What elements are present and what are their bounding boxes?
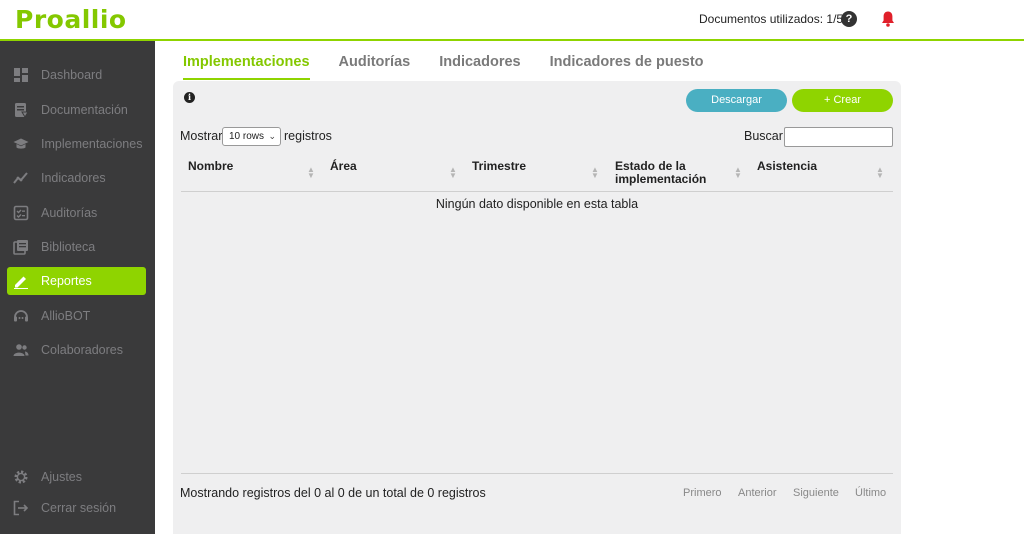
sort-icon[interactable]: ▲ ▼ bbox=[449, 166, 457, 180]
sidebar-item-ajustes[interactable]: Ajustes bbox=[7, 463, 146, 491]
trend-line-icon bbox=[13, 170, 29, 186]
column-header-area[interactable]: Área bbox=[330, 160, 357, 173]
column-header-estado-line: implementación bbox=[615, 171, 707, 186]
documents-used-counter: Documentos utilizados: 1/50 bbox=[699, 12, 850, 26]
sidebar: Dashboard Documentación Implementaciones… bbox=[0, 41, 155, 534]
sidebar-item-cerrar-sesion[interactable]: Cerrar sesión bbox=[7, 494, 146, 522]
top-bar: Proallio Documentos utilizados: 1/50 ? bbox=[0, 0, 1024, 41]
table-header-divider bbox=[181, 191, 893, 192]
sidebar-item-indicadores[interactable]: Indicadores bbox=[7, 164, 146, 192]
sort-icon[interactable]: ▲ ▼ bbox=[591, 166, 599, 180]
tab-indicadores-de-puesto[interactable]: Indicadores de puesto bbox=[550, 54, 704, 76]
sidebar-item-label: Implementaciones bbox=[41, 137, 143, 151]
rows-per-page-value: 10 rows bbox=[229, 131, 265, 142]
chevron-down-icon: ⌄ bbox=[268, 131, 276, 141]
rows-per-page-select[interactable]: 10 rows ⌄ bbox=[222, 127, 281, 146]
sidebar-item-label: Biblioteca bbox=[41, 240, 96, 254]
sidebar-item-alliobot[interactable]: AllioBOT bbox=[7, 302, 146, 330]
sidebar-item-reportes[interactable]: Reportes bbox=[7, 267, 146, 295]
column-header-trimestre[interactable]: Trimestre bbox=[472, 160, 526, 173]
search-label: Buscar: bbox=[744, 129, 787, 143]
tab-indicadores[interactable]: Indicadores bbox=[439, 54, 520, 76]
sidebar-item-label: Ajustes bbox=[41, 470, 82, 484]
sidebar-item-colaboradores[interactable]: Colaboradores bbox=[7, 336, 146, 364]
sidebar-item-auditorias[interactable]: Auditorías bbox=[7, 199, 146, 227]
pager-previous-button[interactable]: Anterior bbox=[738, 487, 777, 499]
sidebar-item-label: Cerrar sesión bbox=[41, 501, 117, 515]
empty-table-message: Ningún dato disponible en esta tabla bbox=[435, 197, 639, 211]
bot-icon bbox=[13, 308, 29, 324]
pager-next-button[interactable]: Siguiente bbox=[793, 487, 839, 499]
sidebar-item-label: Indicadores bbox=[41, 171, 106, 185]
column-header-estado[interactable]: Estado de la implementación bbox=[615, 160, 706, 185]
sort-icon[interactable]: ▲ ▼ bbox=[734, 166, 742, 180]
table-footer-divider bbox=[181, 473, 893, 474]
content-panel: i Descargar + Crear Mostrar 10 rows ⌄ re… bbox=[173, 81, 901, 534]
tab-bar: Implementaciones Auditorías Indicadores … bbox=[183, 54, 733, 80]
search-input[interactable] bbox=[784, 127, 893, 147]
logout-icon bbox=[13, 500, 29, 516]
checklist-icon bbox=[13, 205, 29, 221]
sidebar-item-label: AllioBOT bbox=[41, 309, 91, 323]
sidebar-item-label: Colaboradores bbox=[41, 343, 123, 357]
sidebar-item-documentacion[interactable]: Documentación bbox=[7, 96, 146, 124]
bell-icon[interactable] bbox=[880, 10, 896, 28]
sidebar-item-label: Auditorías bbox=[41, 206, 98, 220]
sidebar-item-implementaciones[interactable]: Implementaciones bbox=[7, 130, 146, 158]
sort-icon[interactable]: ▲ ▼ bbox=[876, 166, 884, 180]
tab-auditorias[interactable]: Auditorías bbox=[339, 54, 411, 76]
pencil-icon bbox=[13, 273, 29, 289]
create-button[interactable]: + Crear bbox=[792, 89, 893, 112]
info-icon[interactable]: i bbox=[184, 92, 195, 103]
sidebar-item-label: Reportes bbox=[41, 274, 92, 288]
sidebar-item-label: Documentación bbox=[41, 103, 128, 117]
pager-last-button[interactable]: Último bbox=[855, 487, 886, 499]
users-icon bbox=[13, 342, 29, 358]
document-icon bbox=[13, 102, 29, 118]
table-info-text: Mostrando registros del 0 al 0 de un tot… bbox=[180, 486, 486, 500]
tab-implementaciones[interactable]: Implementaciones bbox=[183, 54, 310, 80]
records-label: registros bbox=[284, 129, 332, 143]
download-button[interactable]: Descargar bbox=[686, 89, 787, 112]
graduation-cap-icon bbox=[13, 136, 29, 152]
column-header-nombre[interactable]: Nombre bbox=[188, 160, 233, 173]
sidebar-item-dashboard[interactable]: Dashboard bbox=[7, 61, 146, 89]
sidebar-item-label: Dashboard bbox=[41, 68, 103, 82]
library-icon bbox=[13, 239, 29, 255]
pager-first-button[interactable]: Primero bbox=[683, 487, 722, 499]
sidebar-item-biblioteca[interactable]: Biblioteca bbox=[7, 233, 146, 261]
logo[interactable]: Proallio bbox=[15, 5, 127, 34]
dashboard-icon bbox=[13, 67, 29, 83]
column-header-asistencia[interactable]: Asistencia bbox=[757, 160, 817, 173]
sort-icon[interactable]: ▲ ▼ bbox=[307, 166, 315, 180]
gear-icon bbox=[13, 469, 29, 485]
help-icon[interactable]: ? bbox=[841, 11, 857, 27]
show-label: Mostrar bbox=[180, 129, 223, 143]
